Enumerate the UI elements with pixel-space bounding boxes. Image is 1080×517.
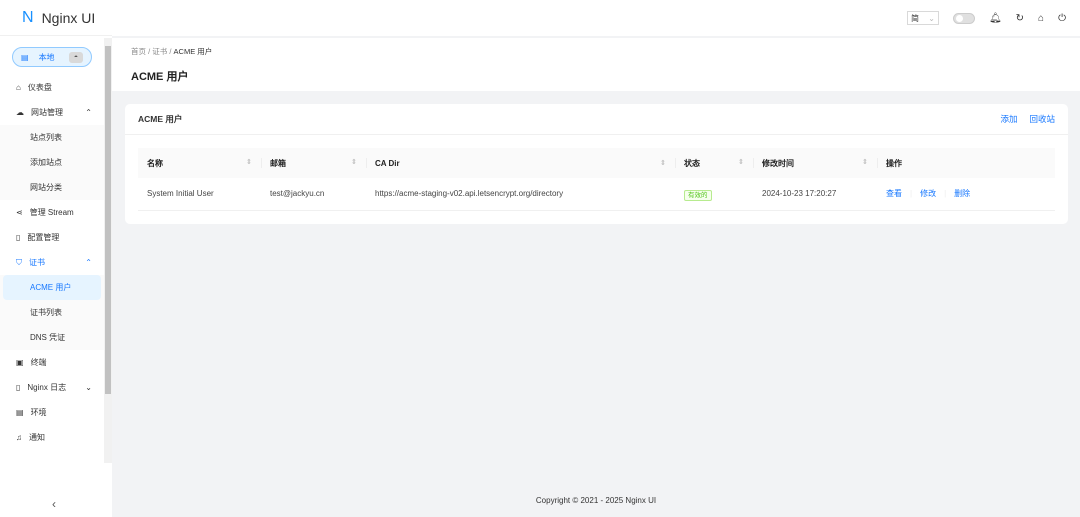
sort-icon: ⇕ <box>351 158 357 166</box>
acme-users-card: ACME 用户 添加 回收站 名称 ⇕ 邮箱 ⇕ CA Dir ⇕ 状态 ⇕ 修改时间 ⇕ … <box>125 104 1068 224</box>
column-header-email[interactable]: 邮箱 ⇕ <box>261 148 366 178</box>
chevron-up-icon: ⌃ <box>85 108 92 117</box>
home-icon: ⌂ <box>16 83 21 92</box>
breadcrumb: 首页 / 证书 / ACME 用户 <box>131 47 213 56</box>
card-title: ACME 用户 <box>138 114 183 124</box>
shield-icon: ⛉ <box>16 257 22 267</box>
sort-icon: ⇕ <box>246 158 252 166</box>
delete-button[interactable]: 删除 <box>954 189 970 198</box>
sidebar-item-stream[interactable]: ⋖ 管理 Stream <box>0 200 104 225</box>
sort-icon: ⇕ <box>738 158 744 166</box>
terminal-icon: ▣ <box>16 358 24 367</box>
logo[interactable]: N Nginx UI <box>0 0 112 36</box>
view-button[interactable]: 查看 <box>886 189 902 198</box>
reload-icon[interactable]: ↻ <box>1016 13 1024 24</box>
breadcrumb-current: ACME 用户 <box>173 47 213 56</box>
server-icon: ▤ <box>21 52 29 62</box>
bell-icon: ♫ <box>16 433 22 442</box>
dashboard-icon: ◓ <box>69 51 83 63</box>
theme-toggle[interactable] <box>952 12 975 24</box>
cell-actions: 查看 | 修改 | 删除 <box>877 178 1055 211</box>
sidebar: N Nginx UI ▤ 本地 ◓ ⌂ 仪表盘 ☁ 网站管理 ⌃ 站点列表 添加站点 网站分… <box>0 0 112 517</box>
scrollbar-thumb[interactable] <box>105 46 111 394</box>
page-title: ACME 用户 <box>131 71 189 83</box>
collapse-sidebar-icon[interactable]: ‹ <box>52 497 56 511</box>
acme-users-table: 名称 ⇕ 邮箱 ⇕ CA Dir ⇕ 状态 ⇕ 修改时间 ⇕ 操作 System Init… <box>138 148 1055 211</box>
sidebar-item-certificates[interactable]: ⛉ 证书 ⌃ <box>0 250 104 275</box>
column-header-status[interactable]: 状态 ⇕ <box>675 148 753 178</box>
breadcrumb-certificates[interactable]: 证书 <box>152 47 167 56</box>
language-select[interactable]: 简 ⌄ <box>906 11 939 25</box>
sidebar-item-terminal[interactable]: ▣ 终端 <box>0 350 104 375</box>
cell-ca-dir: https://acme-staging-v02.api.letsencrypt… <box>366 178 675 211</box>
chevron-down-icon: ⌄ <box>85 383 92 392</box>
sidebar-item-dashboard[interactable]: ⌂ 仪表盘 <box>0 75 104 100</box>
file-icon: ▯ <box>16 233 21 242</box>
cloud-icon: ☁ <box>16 108 24 117</box>
environment-selector[interactable]: ▤ 本地 ◓ <box>12 47 92 67</box>
column-header-actions: 操作 <box>877 148 1055 178</box>
bell-icon[interactable]: 🔔︎ <box>989 13 1002 24</box>
add-button[interactable]: 添加 <box>1000 113 1017 125</box>
cell-name: System Initial User <box>138 178 261 211</box>
column-header-modified[interactable]: 修改时间 ⇕ <box>753 148 877 178</box>
database-icon: ▤ <box>16 408 24 417</box>
sidebar-item-dns-credentials[interactable]: DNS 凭证 <box>0 325 104 350</box>
sidebar-item-environment[interactable]: ▤ 环境 <box>0 400 104 425</box>
footer: Copyright © 2021 - 2025 Nginx UI <box>535 496 657 505</box>
sidebar-item-sites[interactable]: ☁ 网站管理 ⌃ <box>0 100 104 125</box>
sidebar-item-acme-users[interactable]: ACME 用户 <box>3 275 101 300</box>
page-header: 首页 / 证书 / ACME 用户 ACME 用户 <box>112 38 1080 91</box>
column-header-name[interactable]: 名称 ⇕ <box>138 148 261 178</box>
sidebar-item-config[interactable]: ▯ 配置管理 <box>0 225 104 250</box>
cell-status: 有效的 <box>675 178 753 211</box>
edit-button[interactable]: 修改 <box>920 189 936 198</box>
chevron-up-icon: ⌃ <box>85 258 92 267</box>
sort-icon: ⇕ <box>660 159 666 167</box>
status-badge: 有效的 <box>684 189 712 201</box>
column-header-ca-dir[interactable]: CA Dir ⇕ <box>366 148 675 178</box>
sidebar-item-nginx-log[interactable]: ▯ Nginx 日志 ⌄ <box>0 375 104 400</box>
home-icon[interactable]: ⌂ <box>1038 13 1044 24</box>
sidebar-item-add-site[interactable]: 添加站点 <box>0 150 104 175</box>
share-icon: ⋖ <box>16 208 23 217</box>
log-icon: ▯ <box>16 383 21 392</box>
table-row: System Initial User test@jackyu.cn https… <box>138 178 1055 211</box>
cell-modified: 2024-10-23 17:20:27 <box>753 178 877 211</box>
logout-icon[interactable]: ⏻ <box>1058 13 1066 24</box>
sidebar-item-site-category[interactable]: 网站分类 <box>0 175 104 200</box>
sidebar-item-site-list[interactable]: 站点列表 <box>0 125 104 150</box>
sidebar-item-notifications[interactable]: ♫ 通知 <box>0 425 104 450</box>
chevron-down-icon: ⌄ <box>928 13 935 23</box>
sort-icon: ⇕ <box>862 158 868 166</box>
sidebar-menu: ▤ 本地 ◓ ⌂ 仪表盘 ☁ 网站管理 ⌃ 站点列表 添加站点 网站分类 ⋖ 管理 Stre… <box>0 38 104 463</box>
top-header: 简 ⌄ 🔔︎ ↻ ⌂ ⏻ <box>112 0 1080 36</box>
cell-email: test@jackyu.cn <box>261 178 366 211</box>
sidebar-scrollbar[interactable] <box>104 38 112 463</box>
trash-button[interactable]: 回收站 <box>1029 113 1055 125</box>
breadcrumb-home[interactable]: 首页 <box>131 47 146 56</box>
sidebar-item-cert-list[interactable]: 证书列表 <box>0 300 104 325</box>
